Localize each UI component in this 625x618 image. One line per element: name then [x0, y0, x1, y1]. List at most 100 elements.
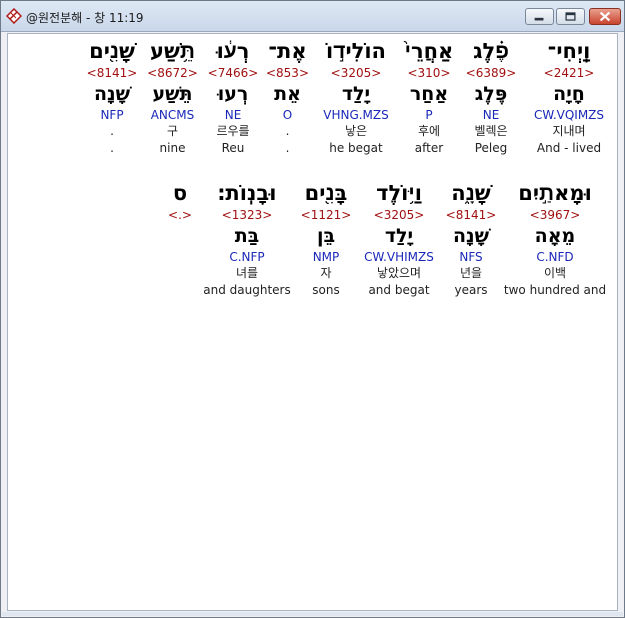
hebrew-word: שָׁנָ֑ה — [451, 181, 491, 205]
korean-gloss: . — [110, 124, 114, 138]
lemma-word: אַחַר — [409, 83, 449, 105]
word-cell[interactable]: בָּנִ֖ים <1121> בֵּן NMP 자 sons — [296, 179, 356, 298]
lemma-word: חָיָה — [553, 83, 585, 105]
hebrew-word: תֵּ֥שַׁע — [150, 39, 195, 63]
morphology-code: ANCMS — [150, 108, 195, 122]
close-icon — [599, 11, 611, 22]
korean-gloss: 지내며 — [552, 124, 586, 138]
lemma-word: תֵּשַׁע — [152, 83, 193, 105]
lemma-word: יָלַד — [341, 83, 371, 105]
hebrew-word: רְע֔וּ — [216, 39, 250, 63]
strong-number[interactable]: <1323> — [202, 207, 292, 223]
korean-gloss: 벨렉은 — [474, 124, 508, 138]
morphology-code: C.NFP — [229, 250, 265, 264]
lemma-word: אֵת — [274, 83, 301, 105]
hebrew-word: ס — [172, 181, 188, 205]
minimize-button[interactable] — [525, 8, 554, 25]
word-cell[interactable]: וַיּ֥וֹלֶד <3205> יָלַד CW.VHIMZS 낳았으며 a… — [359, 179, 439, 298]
hebrew-word: וַֽיְחִי־ — [547, 39, 591, 63]
korean-gloss: . — [285, 124, 290, 138]
app-icon — [6, 8, 22, 24]
strong-number[interactable]: <6389> — [461, 65, 521, 81]
hebrew-word: שָׁנִ֖ים — [89, 39, 135, 63]
word-cell[interactable]: וּמָאתַ֣יִם <3967> מֵאָה C.NFD 이백 two hu… — [502, 179, 608, 298]
word-cell[interactable]: הוֹלִיד֣וֹ <3205> יָלַד VHNG.MZS 낳은 he b… — [314, 37, 398, 156]
strong-number[interactable]: <8672> — [143, 65, 202, 81]
morphology-code: NMP — [312, 250, 340, 264]
english-gloss: two hundred and — [503, 283, 607, 297]
word-cell[interactable]: שָׁנִ֖ים <8141> שָׁנָה NFP . . — [83, 37, 141, 156]
word-cell[interactable]: שָׁנָ֑ה <8141> שָׁנָה NFS 년을 years — [442, 179, 500, 298]
word-cell[interactable]: תֵּ֥שַׁע <8672> תֵּשַׁע ANCMS 구 nine — [143, 37, 202, 156]
morphology-code: NE — [224, 108, 242, 122]
korean-gloss: 년을 — [459, 266, 483, 280]
hebrew-word: וּבָנֽוֹת׃ — [217, 181, 277, 205]
hebrew-word: אֶת־ — [268, 39, 307, 63]
strong-number[interactable]: <2421> — [524, 65, 614, 81]
strong-number[interactable]: <3205> — [314, 65, 398, 81]
maximize-icon — [565, 12, 576, 21]
korean-gloss: 자 — [320, 266, 332, 280]
hebrew-word: הוֹלִיד֣וֹ — [326, 39, 386, 63]
lemma-word: יָלַד — [384, 225, 414, 247]
korean-gloss: 후에 — [417, 124, 441, 138]
morphology-code: C.NFD — [536, 250, 574, 264]
korean-gloss: 낳았으며 — [376, 266, 422, 280]
strong-number[interactable]: <853> — [263, 65, 312, 81]
english-gloss: and daughters — [203, 283, 291, 297]
word-cell[interactable]: פֶ֗לֶג <6389> פֶּלֶג NE 벨렉은 Peleg — [461, 37, 521, 156]
english-gloss: after — [414, 141, 444, 155]
hebrew-word: וּמָאתַ֣יִם — [518, 181, 592, 205]
lemma-word: שָׁנָה — [452, 225, 490, 247]
minimize-icon — [534, 17, 544, 21]
strong-number[interactable]: <1121> — [296, 207, 356, 223]
strong-number[interactable]: <7466> — [205, 65, 261, 81]
korean-gloss: 이백 — [543, 266, 567, 280]
lemma-word: רְעוּ — [217, 83, 249, 105]
lemma-word: שָׁנָה — [93, 83, 131, 105]
korean-gloss: 녀를 — [235, 266, 259, 280]
strong-number[interactable]: <310> — [400, 65, 458, 81]
interlinear-pane[interactable]: וַֽיְחִי־ <2421> חָיָה CW.VQIMZS 지내며 And… — [7, 33, 618, 611]
title-bar[interactable]: @원전분해 - 창 11:19 — [1, 1, 624, 32]
english-gloss: he begat — [329, 141, 383, 155]
word-cell[interactable]: אַחֲרֵי֙ <310> אַחַר P 후에 after — [400, 37, 458, 156]
maximize-button[interactable] — [556, 8, 585, 25]
word-cell[interactable]: אֶת־ <853> אֵת O . . — [263, 37, 312, 156]
lemma-word: פֶּלֶג — [474, 83, 508, 105]
english-gloss: and begat — [368, 283, 430, 297]
english-gloss: sons — [312, 283, 340, 297]
word-cell[interactable]: רְע֔וּ <7466> רְעוּ NE 르우를 Reu — [205, 37, 261, 156]
english-gloss: nine — [159, 141, 186, 155]
strong-number[interactable]: <8141> — [442, 207, 500, 223]
morphology-code: NFP — [100, 108, 124, 122]
strong-number[interactable]: <3205> — [359, 207, 439, 223]
morphology-code: NE — [482, 108, 500, 122]
morphology-code: P — [425, 108, 433, 122]
morphology-code: CW.VQIMZS — [533, 108, 605, 122]
english-gloss: And - lived — [536, 141, 602, 155]
close-button[interactable] — [589, 8, 621, 25]
hebrew-word: וַיּ֥וֹלֶד — [376, 181, 422, 205]
strong-number[interactable]: <8141> — [83, 65, 141, 81]
word-cell[interactable]: וּבָנֽוֹת׃ <1323> בַּת C.NFP 녀를 and daug… — [202, 179, 292, 298]
app-window: @원전분해 - 창 11:19 וַֽיְחִי־ <2421> חָיָה C… — [0, 0, 625, 618]
word-cell[interactable]: ס <.> — [162, 179, 198, 223]
hebrew-word: אַחֲרֵי֙ — [404, 39, 454, 63]
hebrew-word: פֶ֗לֶג — [473, 39, 509, 63]
korean-gloss: 낳은 — [344, 124, 368, 138]
word-cell[interactable]: וַֽיְחִי־ <2421> חָיָה CW.VQIMZS 지내며 And… — [524, 37, 614, 156]
english-gloss: Peleg — [474, 141, 508, 155]
korean-gloss: 르우를 — [216, 124, 250, 138]
strong-number[interactable]: <.> — [162, 207, 198, 223]
lemma-word: בַּת — [234, 225, 260, 247]
strong-number[interactable]: <3967> — [502, 207, 608, 223]
hebrew-word: בָּנִ֖ים — [304, 181, 348, 205]
morphology-code: VHNG.MZS — [323, 108, 389, 122]
lemma-word: בֵּן — [316, 225, 336, 247]
english-gloss: Reu — [221, 141, 245, 155]
english-gloss: . — [110, 141, 114, 155]
english-gloss: . — [285, 141, 290, 155]
window-bottom-border — [2, 612, 623, 616]
window-title: @원전분해 - 창 11:19 — [26, 11, 144, 25]
